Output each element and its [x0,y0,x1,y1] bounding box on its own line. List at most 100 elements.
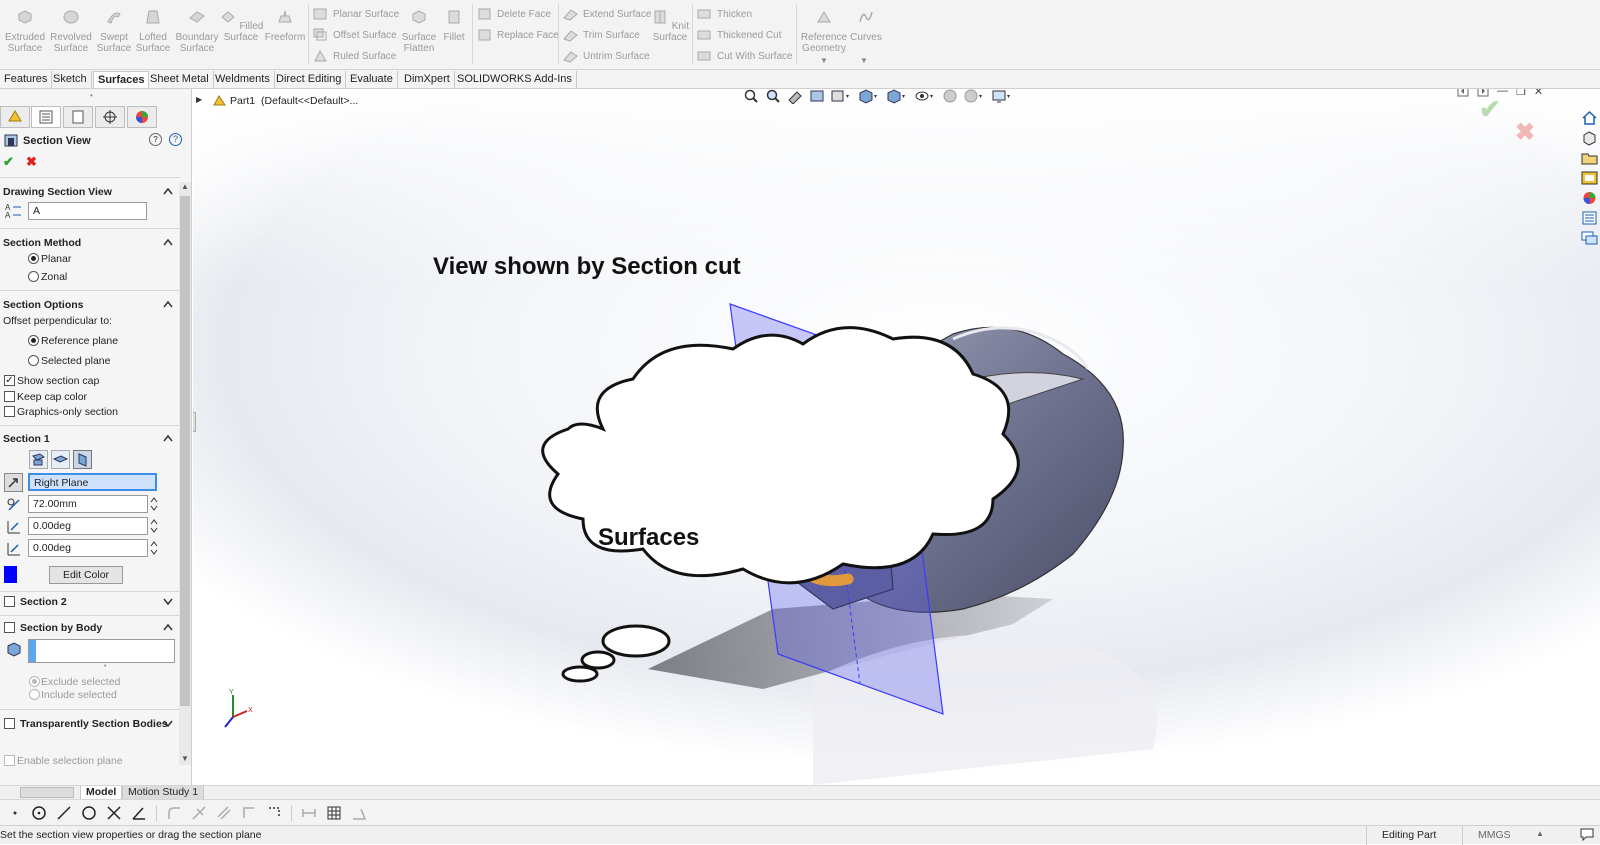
trim-entities-icon[interactable] [106,805,122,821]
configuration-manager-tab[interactable] [63,106,93,128]
section-2-checkbox[interactable] [4,596,15,607]
transparently-section-header[interactable]: Transparently Section Bodies [20,718,175,730]
panel-scrollbar[interactable]: ▲ ▼ [179,182,191,765]
section-by-body-header[interactable]: Section by Body [20,622,175,634]
dimxpert-manager-tab[interactable] [95,106,125,128]
sketch-grid-icon[interactable] [266,805,282,821]
tab-dimxpert[interactable]: DimXpert [400,71,455,88]
trim-surface-button[interactable]: Trim Surface [563,26,640,44]
x-rotation-spinner-icon[interactable] [150,517,158,535]
grid-icon[interactable] [326,805,342,821]
drawing-section-view-header[interactable]: Drawing Section View [3,186,175,198]
tab-solidworks-add-ins[interactable]: SOLIDWORKS Add-Ins [453,71,577,88]
boundary-surface-button[interactable]: Boundary Surface [174,8,220,54]
display-manager-tab[interactable] [127,106,157,128]
untrim-surface-button[interactable]: Untrim Surface [563,47,650,65]
angle-icon[interactable] [131,805,147,821]
edit-color-button[interactable]: Edit Color [49,566,123,584]
chevron-up-icon[interactable] [163,434,173,442]
chevron-down-icon[interactable] [163,719,173,727]
reference-geometry-dropdown-icon[interactable]: ▼ [820,56,828,65]
ruled-surface-button[interactable]: Ruled Surface [313,47,396,65]
x-rotation-input[interactable]: 0.00deg [28,517,148,535]
offset-distance-input[interactable]: 72.00mm [28,495,148,513]
scrollbar-thumb[interactable] [180,196,190,706]
status-units[interactable]: MMGS [1478,829,1511,841]
measure-icon[interactable] [351,805,367,821]
show-section-cap-checkbox[interactable]: ✓ [4,375,15,386]
comment-icon[interactable] [1580,828,1594,842]
scroll-down-icon[interactable]: ▼ [181,754,189,763]
scroll-up-icon[interactable]: ▲ [181,182,189,191]
fillet-sketch-icon[interactable] [166,805,182,821]
selected-plane-radio[interactable] [28,355,39,366]
graphics-area[interactable]: ▶ Part1 (Default<<Default>... — ❐ ✕ ✔ ✖ [193,89,1600,785]
chevron-up-icon[interactable] [163,300,173,308]
bodies-selection-list[interactable] [28,639,175,663]
line-icon[interactable] [56,805,72,821]
exclude-selected-radio[interactable] [29,676,40,687]
reference-geometry-button[interactable]: Reference Geometry [800,8,848,54]
thickened-cut-button[interactable]: Thickened Cut [697,26,781,44]
chevron-down-icon[interactable] [163,597,173,605]
tab-weldments[interactable]: Weldments [211,71,275,88]
whats-wrong-icon[interactable]: ? [149,133,162,146]
knit-surface-button[interactable]: Knit Surface [650,8,690,43]
cut-with-surface-button[interactable]: Cut With Surface [697,47,793,65]
chevron-up-icon[interactable] [163,238,173,246]
feature-manager-tab[interactable] [0,106,30,128]
enable-selection-plane-checkbox[interactable] [4,755,15,766]
replace-face-button[interactable]: Replace Face [477,26,559,44]
y-rotation-input[interactable]: 0.00deg [28,539,148,557]
planar-radio[interactable] [28,253,39,264]
tab-scroll-buttons[interactable] [20,787,74,798]
offset-surface-button[interactable]: Offset Surface [313,26,397,44]
tab-sketch[interactable]: Sketch [49,71,92,88]
corner-rectangle-icon[interactable] [241,805,257,821]
panel-collapse-handle[interactable] [193,412,196,432]
distance-spinner-icon[interactable] [150,495,158,513]
tab-evaluate[interactable]: Evaluate [346,71,398,88]
list-resize-handle[interactable]: • [104,663,106,670]
cancel-x-icon[interactable]: ✖ [26,154,37,170]
tab-motion-study-1[interactable]: Motion Study 1 [122,786,205,800]
include-selected-radio[interactable] [29,689,40,700]
section-method-header[interactable]: Section Method [3,237,175,249]
tab-direct-editing[interactable]: Direct Editing [272,71,347,88]
point-icon[interactable] [8,805,22,821]
right-plane-button[interactable] [73,450,92,469]
top-plane-button[interactable] [51,450,70,469]
circle-icon[interactable] [31,805,47,821]
keep-cap-color-checkbox[interactable] [4,391,15,402]
convert-entities-icon[interactable] [191,805,207,821]
reference-plane-radio[interactable] [28,335,39,346]
curves-button[interactable]: Curves [848,8,884,43]
section-label-input[interactable]: A [28,202,147,220]
delete-face-button[interactable]: Delete Face [477,5,551,23]
property-manager-tab[interactable] [31,106,61,128]
section-options-header[interactable]: Section Options [3,299,175,311]
planar-surface-button[interactable]: Planar Surface [313,5,399,23]
ok-check-icon[interactable]: ✔ [3,154,14,170]
front-plane-button[interactable] [29,450,48,469]
section-by-body-checkbox[interactable] [4,622,15,633]
extend-surface-button[interactable]: Extend Surface [563,5,651,23]
reference-selection-button[interactable] [4,473,23,492]
offset-entities-icon[interactable] [216,805,232,821]
thicken-button[interactable]: Thicken [697,5,752,23]
filled-surface-button[interactable]: Filled Surface [218,8,264,43]
extruded-surface-button[interactable]: Extruded Surface [2,8,48,54]
tab-surfaces[interactable]: Surfaces [93,71,150,88]
section-2-header[interactable]: Section 2 [20,596,175,608]
smart-dimension-icon[interactable] [301,805,317,821]
curves-dropdown-icon[interactable]: ▼ [860,56,868,65]
tab-sheet-metal[interactable]: Sheet Metal [146,71,214,88]
tab-features[interactable]: Features [0,71,53,88]
help-icon[interactable]: ? [169,133,182,146]
fillet-button[interactable]: Fillet [436,8,472,43]
panel-splitter-handle[interactable]: • [90,91,93,100]
freeform-button[interactable]: Freeform [262,8,308,43]
chevron-up-icon[interactable] [163,187,173,195]
transparently-section-checkbox[interactable] [4,718,15,729]
tab-model[interactable]: Model [80,786,123,800]
